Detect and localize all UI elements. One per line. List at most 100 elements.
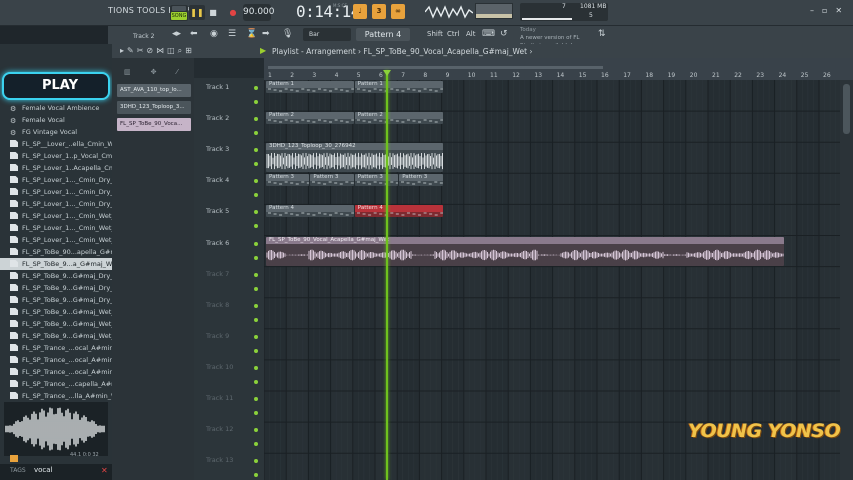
track-mute-led[interactable] [254,241,258,246]
browser-item[interactable]: FL_SP_Trance_...capella_A#min [0,378,112,390]
playlist-clip[interactable]: Pattern 1 [266,81,354,93]
shift-key-button[interactable]: Shift [427,30,443,38]
track-mute-led[interactable] [254,255,258,260]
track-mute-led[interactable] [254,379,258,384]
window-controls[interactable]: –▫✕ [810,6,850,15]
playlist-clip[interactable]: Pattern 3 [399,174,443,187]
track-mute-led[interactable] [254,272,258,277]
preview-play-icon[interactable] [10,455,18,462]
clip-source-item[interactable]: 3DHD_123_Toploop_3... [117,101,191,114]
browser-item[interactable]: FL_SP_Lover_1..._Cmin_Wet_02 [0,222,112,234]
browser-item[interactable]: FL_SP__Lover_..ella_Cmin_Wet [0,138,112,150]
track-mute-led[interactable] [254,397,258,401]
playlist-tool-icons[interactable]: ▸✎✂⊘⋈◫⌕⊞ [120,46,195,56]
track-name[interactable]: Track 11 [206,394,233,402]
track-name[interactable]: Track 7 [206,270,229,278]
track-name[interactable]: Track 10 [206,363,233,371]
playhead-marker[interactable] [382,70,391,76]
browser-item[interactable]: FL_SP_Lover_1..._Cmin_Dry_03 [0,198,112,210]
playlist-clip[interactable]: Pattern 1 [354,81,443,93]
ctrl-key-button[interactable]: Ctrl [447,30,459,38]
playlist-clip[interactable]: Pattern 2 [266,112,354,125]
track-name[interactable]: Track 6 [206,239,229,247]
browser-item[interactable]: FL_SP_ToBe_9...G#maj_Dry_03 [0,294,112,306]
arrow-right-icon[interactable]: ➡ [262,29,270,39]
track-mute-led[interactable] [254,365,258,370]
clip-source-item[interactable]: FL_SP_ToBe_90_Voca... [117,118,191,131]
snap-arrow-icon[interactable]: ◂▸ [172,29,181,39]
browser-item[interactable]: FL_SP_Trance_...ocal_A#min_01 [0,342,112,354]
song-time-display[interactable]: 0:14:14 [296,2,360,21]
playlist-clip[interactable]: Pattern 4 [266,205,354,218]
track-name[interactable]: Track 1 [206,83,229,91]
snap-selector[interactable]: Bar [303,28,351,41]
tempo-display[interactable]: 90.000 [243,4,275,21]
pattern-song-toggle[interactable]: SONG [170,5,188,21]
browser-item[interactable]: ⚙ Female Vocal Ambience [0,102,112,114]
track-name[interactable]: Track 2 [206,114,229,122]
microphone-icon[interactable]: 🎙 [282,29,293,39]
play-pause-button[interactable]: ❚❚ [189,5,205,20]
wait-icon[interactable]: ⌛ [246,29,257,39]
track-mute-led[interactable] [254,303,258,308]
track-mute-led[interactable] [254,86,258,90]
playlist-clip[interactable]: Pattern 2 [354,112,443,125]
browser-item[interactable]: FL_SP_Lover_1..._Cmin_Dry_01 [0,174,112,186]
clear-search-icon[interactable]: ✕ [101,466,108,475]
vertical-scroll-thumb[interactable] [843,84,850,134]
playlist-clip[interactable]: Pattern 3 [266,174,310,187]
stop-button[interactable]: ■ [206,5,220,20]
news-arrow-icon[interactable]: ⇅ [598,29,606,39]
record-options-icon[interactable]: ◉ [210,29,218,39]
undo-icon[interactable]: ↺ [500,29,508,39]
playhead[interactable] [385,70,388,480]
track-name[interactable]: Track 9 [206,332,229,340]
track-mute-led[interactable] [254,317,258,322]
track-name[interactable]: Track 3 [206,145,229,153]
browser-item[interactable]: FL_SP_Trance_...ocal_A#min_03 [0,366,112,378]
horizontal-scrollbar[interactable] [268,66,603,69]
browser-item[interactable]: FL_SP_ToBe_9...G#maj_Wet_02 [0,318,112,330]
browser-item[interactable]: FL_SP_Lover_1..Acapella_Cmin [0,162,112,174]
track-name[interactable]: Track 8 [206,301,229,309]
browser-item[interactable]: FL_SP_Lover_1..p_Vocal_Cmin [0,150,112,162]
pattern-selector[interactable]: Pattern 4 [356,28,410,41]
browser-item[interactable]: FL_SP_ToBe_9...G#maj_Dry_01 [0,270,112,282]
browser-item[interactable]: FL_SP_ToBe_9...a_G#maj_Wet [0,258,112,270]
browser-item[interactable]: ⚙ FG Vintage Vocal [0,126,112,138]
typing-keyboard-icon[interactable]: ⌨ [482,29,495,39]
alt-key-button[interactable]: Alt [466,30,475,38]
loop-record-icon[interactable]: ∞ [391,4,405,19]
browser-item[interactable]: ⚙ Female Vocal [0,114,112,126]
track-name[interactable]: Track 4 [206,176,229,184]
browser-item[interactable]: FL_SP_ToBe_9...G#maj_Dry_02 [0,282,112,294]
track-mute-led[interactable] [254,100,258,104]
browser-item[interactable]: FL_SP_ToBe_90...apella_G#maj [0,246,112,258]
track-name[interactable]: Track 5 [206,207,229,215]
browser-item[interactable]: FL_SP_Trance_...lla_A#min_Wet [0,390,112,402]
arrow-left-icon[interactable]: ⬅ [190,29,198,39]
browser-item[interactable]: FL_SP_Lover_1..._Cmin_Wet_03 [0,234,112,246]
step-icon[interactable]: ☰ [228,29,236,39]
vertical-scrollbar[interactable] [840,80,853,480]
browser-item[interactable]: FL_SP_Trance_...ocal_A#min_02 [0,354,112,366]
browser-item[interactable]: FL_SP_Lover_1..._Cmin_Dry_02 [0,186,112,198]
track-mute-led[interactable] [254,286,258,291]
track-name[interactable]: Track 12 [206,425,233,433]
browser-item[interactable]: FL_SP_ToBe_9...G#maj_Wet_03 [0,330,112,342]
clip-source-tabs[interactable]: ▥✥⁄ [124,68,198,76]
track-mute-led[interactable] [254,411,258,415]
playlist-clip[interactable]: FL_SP_ToBe_90_Vocal_Acapella_G#maj_Wet [266,236,785,266]
browser-item[interactable]: FL_SP_ToBe_9...G#maj_Wet_01 [0,306,112,318]
record-button[interactable]: ● [226,5,240,20]
clip-source-item[interactable]: AST_AVA_110_top_lo... [117,84,191,97]
track-mute-led[interactable] [254,348,258,353]
track-mute-led[interactable] [254,334,258,339]
track-name[interactable]: Track 13 [206,456,233,464]
countdown-icon[interactable]: 3 [372,4,386,19]
playlist-clip[interactable]: Pattern 3 [354,174,399,187]
metronome-icon[interactable]: ♩ [353,4,367,19]
playlist-clip[interactable]: 3DHD_123_Toploop_30_276942 [266,143,443,173]
playlist-clip[interactable]: Pattern 3 [310,174,354,187]
playlist-clip[interactable]: Pattern 4 [354,205,443,218]
